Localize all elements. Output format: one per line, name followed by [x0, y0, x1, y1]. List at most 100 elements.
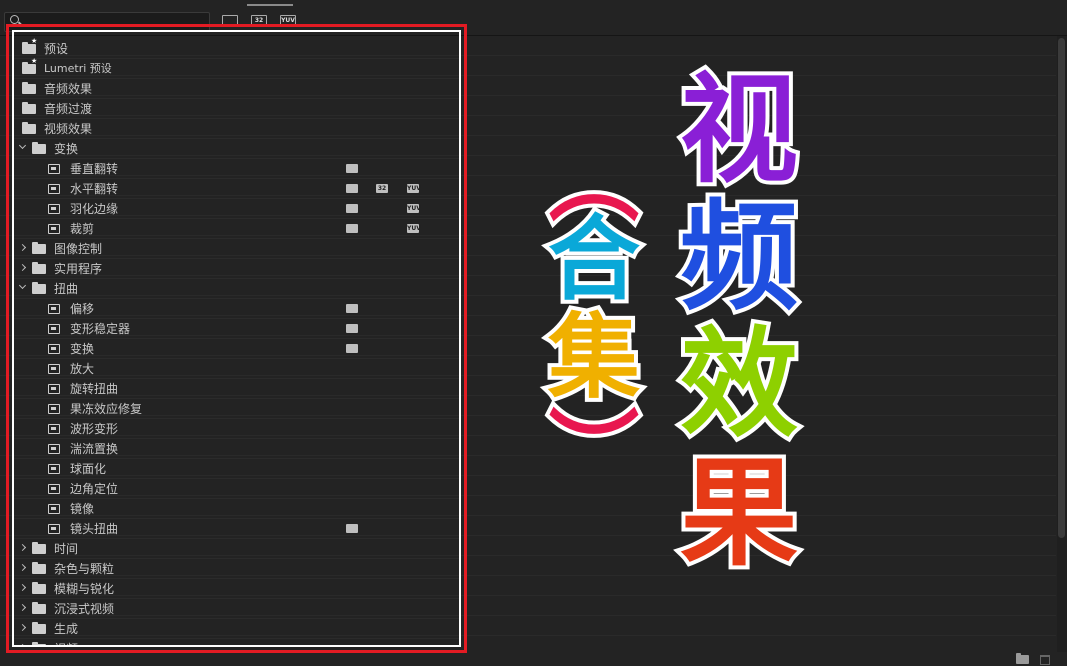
folder-icon: [32, 602, 46, 614]
effect-item[interactable]: 波形变形: [14, 419, 459, 439]
tree-item-label: 镜像: [70, 502, 95, 516]
folder-icon: [32, 262, 46, 274]
closing-bracket: ︶: [545, 400, 643, 508]
title-character: 效: [676, 315, 802, 453]
effect-icon: [48, 224, 60, 234]
folder-item[interactable]: 变换: [14, 139, 459, 159]
effect-item[interactable]: 羽化边缘 YUV: [14, 199, 459, 219]
tree-item-label: 生成: [54, 622, 79, 636]
folder-item[interactable]: 图像控制: [14, 239, 459, 259]
effect-item[interactable]: 边角定位: [14, 479, 459, 499]
effects-tree: 预设Lumetri 预设音频效果音频过渡视频效果变换垂直翻转水平翻转32YUV羽…: [14, 37, 459, 645]
trash-icon[interactable]: [1040, 655, 1050, 665]
tree-item-label: 水平翻转: [70, 182, 119, 196]
effect-icon: [48, 324, 60, 334]
tree-item-label: 变形稳定器: [70, 322, 131, 336]
effect-icon: [48, 444, 60, 454]
32bit-badge-icon: 32: [376, 184, 388, 193]
folder-icon: [22, 82, 36, 94]
folder-item[interactable]: 视频: [14, 639, 459, 645]
folder-item[interactable]: 视频效果: [14, 119, 459, 139]
tree-item-label: 变换: [54, 142, 79, 156]
tree-item-label: 偏移: [70, 302, 95, 316]
folder-item[interactable]: 杂色与颗粒: [14, 559, 459, 579]
tree-item-label: 音频效果: [44, 82, 93, 96]
tree-item-label: 旋转扭曲: [70, 382, 119, 396]
subtitle-character: 集: [544, 302, 644, 414]
chevron-right-icon[interactable]: [18, 583, 27, 592]
chevron-right-icon[interactable]: [18, 543, 27, 552]
effect-icon: [48, 344, 60, 354]
chevron-right-icon[interactable]: [18, 623, 27, 632]
chevron-right-icon[interactable]: [18, 243, 27, 252]
tree-item-label: 镜头扭曲: [70, 522, 119, 536]
effect-item[interactable]: 湍流置换: [14, 439, 459, 459]
chevron-right-icon[interactable]: [18, 263, 27, 272]
effect-item[interactable]: 偏移: [14, 299, 459, 319]
accelerated-badge-icon: [346, 324, 358, 333]
effect-item[interactable]: 球面化: [14, 459, 459, 479]
preset-folder-icon: [22, 37, 37, 54]
effect-icon: [48, 504, 60, 514]
title-character: 果: [676, 444, 802, 582]
folder-item[interactable]: 沉浸式视频: [14, 599, 459, 619]
folder-item[interactable]: 时间: [14, 539, 459, 559]
effect-item[interactable]: 变形稳定器: [14, 319, 459, 339]
tree-item-label: 扭曲: [54, 282, 79, 296]
tree-item-label: 音频过渡: [44, 102, 93, 116]
effect-icon: [48, 404, 60, 414]
scrollbar-thumb[interactable]: [1058, 38, 1065, 538]
folder-item[interactable]: 实用程序: [14, 259, 459, 279]
effect-item[interactable]: 放大: [14, 359, 459, 379]
new-bin-icon[interactable]: [1016, 653, 1029, 664]
opening-bracket: ︵: [545, 128, 643, 236]
tree-item-label: 湍流置换: [70, 442, 119, 456]
folder-item[interactable]: 音频过渡: [14, 99, 459, 119]
effect-item[interactable]: 水平翻转 32 YUV: [14, 179, 459, 199]
folder-item[interactable]: 扭曲: [14, 279, 459, 299]
tree-item-label: 实用程序: [54, 262, 103, 276]
tree-item-label: 边角定位: [70, 482, 119, 496]
effect-icon: [48, 484, 60, 494]
effect-icon: [48, 364, 60, 374]
folder-item[interactable]: Lumetri 预设: [14, 57, 459, 79]
effect-item[interactable]: 镜头扭曲: [14, 519, 459, 539]
tree-item-label: 裁剪: [70, 222, 95, 236]
tree-item-label: 模糊与锐化: [54, 582, 115, 596]
tree-item-label: 预设: [44, 42, 69, 56]
title-character: 视: [676, 61, 802, 199]
accelerated-badge-icon: [346, 524, 358, 533]
folder-icon: [32, 242, 46, 254]
folder-item[interactable]: 音频效果: [14, 79, 459, 99]
folder-icon: [32, 582, 46, 594]
vertical-scrollbar[interactable]: [1057, 36, 1067, 652]
effect-icon: [48, 304, 60, 314]
tree-item-label: 垂直翻转: [70, 162, 119, 176]
effect-item[interactable]: 果冻效应修复: [14, 399, 459, 419]
tree-item-label: 波形变形: [70, 422, 119, 436]
chevron-right-icon[interactable]: [18, 643, 27, 645]
effect-icon: [48, 204, 60, 214]
search-icon: [10, 15, 19, 24]
tree-item-label: 视频效果: [44, 122, 93, 136]
folder-item[interactable]: 模糊与锐化: [14, 579, 459, 599]
accelerated-badge-icon: [346, 304, 358, 313]
folder-item[interactable]: 生成: [14, 619, 459, 639]
tree-item-label: 羽化边缘: [70, 202, 119, 216]
chevron-down-icon[interactable]: [18, 281, 27, 290]
chevron-right-icon[interactable]: [18, 603, 27, 612]
folder-icon: [32, 562, 46, 574]
folder-item[interactable]: 预设: [14, 37, 459, 59]
effect-item[interactable]: 变换: [14, 339, 459, 359]
effect-item[interactable]: 镜像: [14, 499, 459, 519]
effect-item[interactable]: 旋转扭曲: [14, 379, 459, 399]
chevron-right-icon[interactable]: [18, 563, 27, 572]
folder-icon: [32, 142, 46, 154]
effect-item[interactable]: 垂直翻转: [14, 159, 459, 179]
tree-item-label: 杂色与颗粒: [54, 562, 115, 576]
chevron-down-icon[interactable]: [18, 141, 27, 150]
effect-item[interactable]: 裁剪 YUV: [14, 219, 459, 239]
preset-folder-icon: [22, 57, 37, 74]
folder-icon: [32, 642, 46, 645]
yuv-badge-icon: YUV: [407, 204, 421, 213]
